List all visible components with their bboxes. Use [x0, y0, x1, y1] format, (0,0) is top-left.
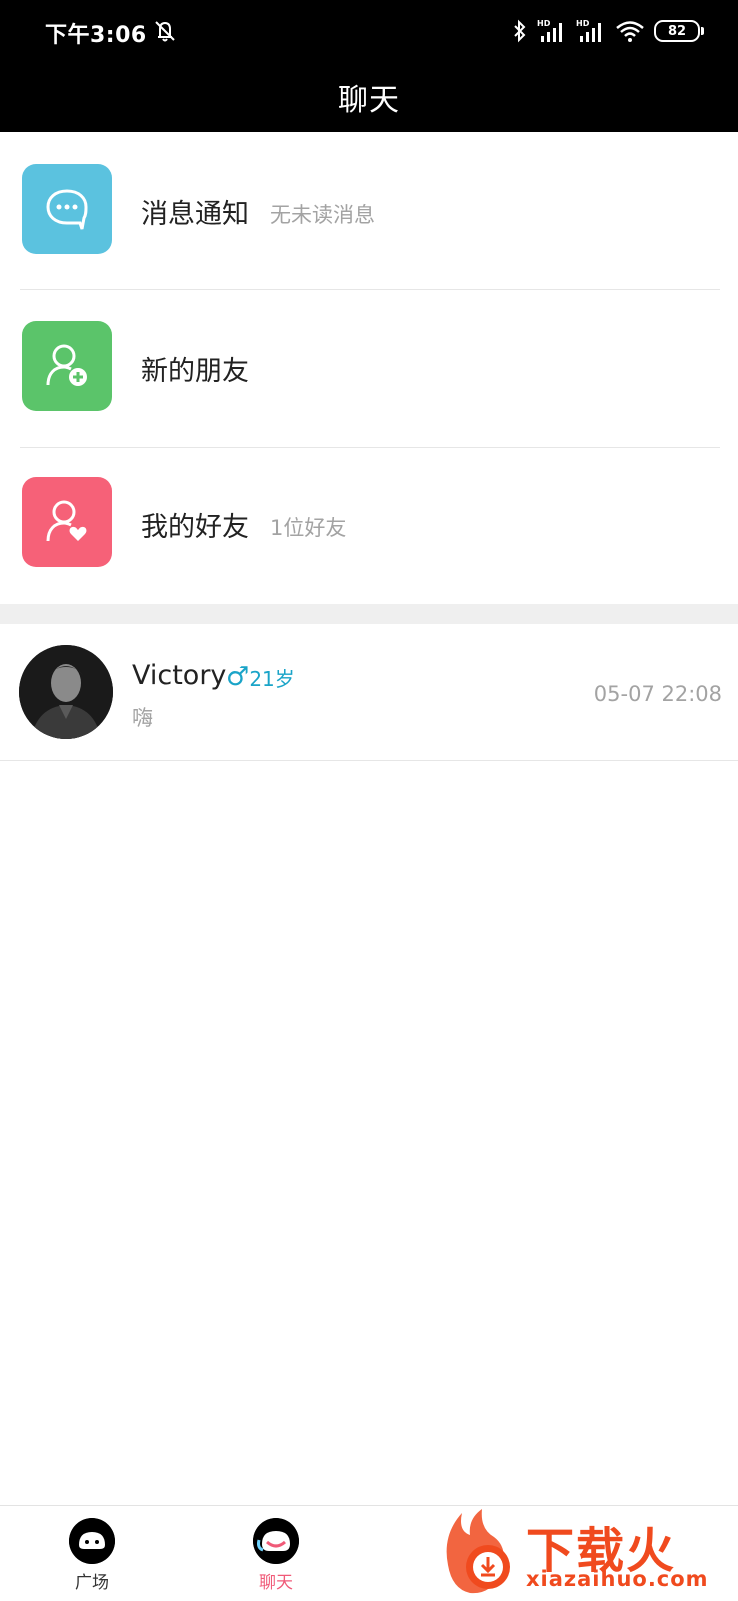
contact-name: Victory [132, 660, 227, 691]
section-separator [0, 604, 738, 624]
signal-hd-icon: HD [537, 19, 562, 42]
menu-subtitle: 无未读消息 [270, 203, 375, 227]
battery-level: 82 [667, 23, 687, 39]
age-label: 21岁 [249, 666, 295, 691]
menu-item-notifications[interactable]: 消息通知 无未读消息 [0, 132, 738, 290]
svg-text:HD: HD [576, 19, 590, 28]
watermark-url: xiazaihuo.com [526, 1567, 709, 1591]
menu-label: 新的朋友 [141, 356, 249, 387]
svg-text:HD: HD [537, 19, 551, 28]
last-message: 嗨 [132, 706, 153, 730]
male-icon: ♂ [226, 662, 250, 692]
signal-hd-icon-2: HD [576, 19, 601, 42]
message-time: 05-07 22:08 [593, 682, 722, 706]
gender-age-badge: ♂ 21岁 [226, 662, 295, 692]
flame-logo-icon [446, 1509, 510, 1594]
divider [0, 760, 738, 761]
menu-item-my-friends[interactable]: 我的好友 1位好友 [0, 445, 738, 603]
menu-item-new-friends[interactable]: 新的朋友 [0, 289, 738, 447]
chat-face-icon [253, 1518, 299, 1564]
status-time: 下午3:06 [45, 23, 147, 48]
tab-label: 聊天 [259, 1573, 293, 1593]
menu-label: 我的好友 [141, 512, 249, 543]
status-bar: 下午3:06 HD HD 82 [0, 0, 738, 62]
chat-bubble-icon [22, 164, 112, 254]
tab-square[interactable]: 广场 [22, 1506, 162, 1601]
user-heart-icon [22, 477, 112, 567]
square-face-icon [69, 1518, 115, 1564]
page-title: 聊天 [338, 83, 400, 118]
menu-subtitle: 1位好友 [270, 516, 347, 540]
tab-chat[interactable]: 聊天 [206, 1506, 346, 1601]
avatar [19, 645, 113, 739]
bell-off-icon [155, 21, 175, 42]
title-bar: 聊天 [0, 62, 738, 132]
add-user-icon [22, 321, 112, 411]
wifi-icon [616, 21, 644, 42]
bluetooth-icon [514, 19, 526, 43]
tab-label: 广场 [75, 1573, 109, 1593]
status-icons: HD HD 82 [512, 16, 704, 46]
battery-indicator: 82 [654, 20, 704, 42]
chat-list-item[interactable]: Victory ♂ 21岁 嗨 05-07 22:08 [0, 624, 738, 760]
menu-label: 消息通知 [141, 199, 249, 230]
watermark: 下载火 xiazaihuo.com [438, 1505, 738, 1600]
